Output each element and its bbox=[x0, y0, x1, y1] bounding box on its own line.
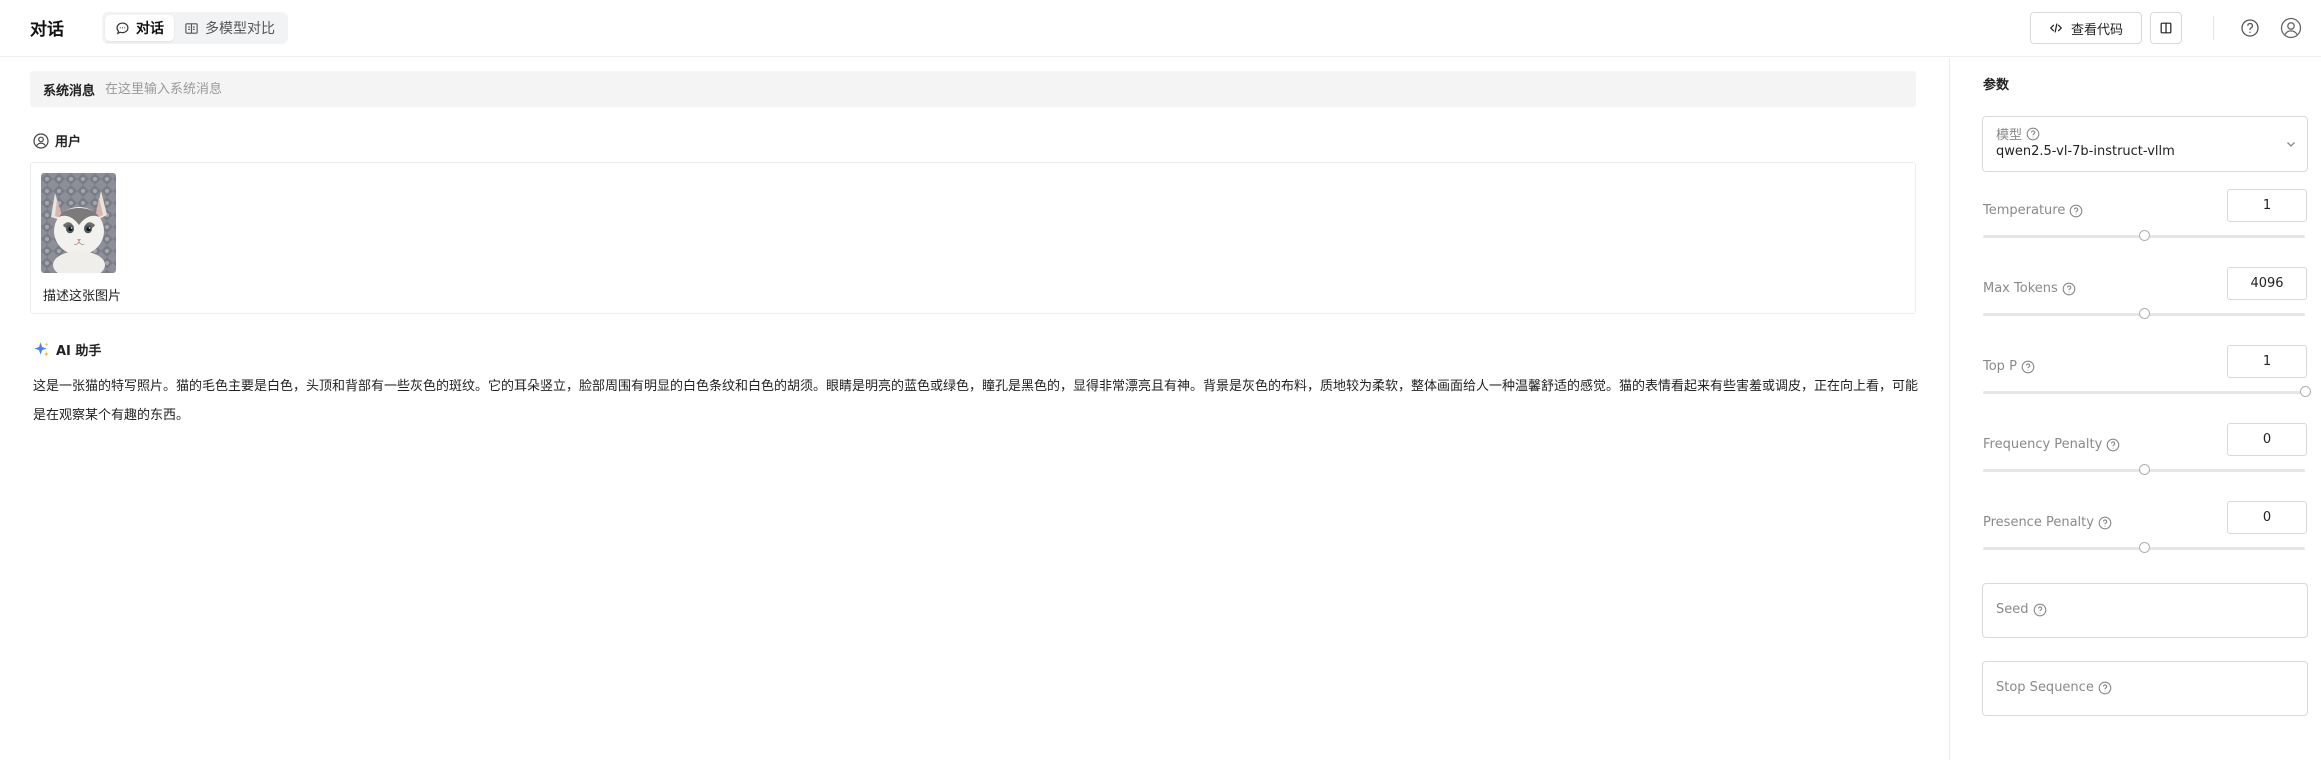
presence-penalty-slider-thumb[interactable] bbox=[2138, 542, 2150, 553]
param-label: Frequency Penalty bbox=[1983, 437, 2103, 452]
top-p-slider-thumb[interactable] bbox=[2299, 386, 2311, 397]
system-message-label: 系统消息 bbox=[43, 83, 96, 99]
max-tokens-input[interactable] bbox=[2227, 267, 2307, 300]
model-label-row: 模型 bbox=[1996, 124, 2040, 143]
assistant-role-header: AI 助手 bbox=[33, 340, 101, 359]
param-label-row: Temperature bbox=[1983, 203, 2083, 218]
tab-multi-model-compare[interactable]: 多模型对比 bbox=[174, 15, 285, 41]
conversation-area: 系统消息 用户 bbox=[0, 58, 1948, 760]
user-message: 描述这张图片 bbox=[30, 162, 1916, 314]
avatar-icon bbox=[2280, 17, 2302, 39]
split-layout-icon bbox=[2160, 22, 2172, 34]
question-icon bbox=[2021, 360, 2035, 373]
parameters-panel: 参数 模型 qwen2.5-vl-7b-instruct-vllm Temper… bbox=[1949, 58, 2321, 760]
mode-tabs: 对话 多模型对比 bbox=[102, 12, 288, 44]
page-title: 对话 bbox=[30, 20, 64, 40]
code-icon bbox=[2049, 23, 2063, 33]
frequency-penalty-slider-thumb[interactable] bbox=[2138, 464, 2150, 475]
view-code-button[interactable]: 查看代码 bbox=[2030, 12, 2142, 44]
seed-label: Seed bbox=[1996, 602, 2029, 617]
question-icon bbox=[2106, 438, 2120, 451]
view-code-label: 查看代码 bbox=[2070, 22, 2123, 38]
stop-sequence-label: Stop Sequence bbox=[1996, 680, 2094, 695]
user-role-label: 用户 bbox=[55, 135, 82, 150]
question-icon bbox=[2026, 127, 2040, 140]
param-label: Max Tokens bbox=[1983, 281, 2058, 296]
param-label-row: Presence Penalty bbox=[1983, 515, 2112, 530]
compare-icon bbox=[185, 22, 198, 34]
assistant-message-text: 这是一张猫的特写照片。猫的毛色主要是白色，头顶和背部有一些灰色的斑纹。它的耳朵竖… bbox=[33, 379, 1919, 423]
param-label-row: Max Tokens bbox=[1983, 281, 2076, 296]
temperature-input[interactable] bbox=[2227, 189, 2307, 222]
user-role-header: 用户 bbox=[33, 131, 81, 150]
question-icon bbox=[2098, 681, 2112, 694]
chevron-down-icon bbox=[2287, 142, 2295, 147]
tab-compare-label: 多模型对比 bbox=[205, 21, 275, 37]
stop-sequence-field[interactable]: Stop Sequence bbox=[1982, 661, 2308, 716]
seed-label-row: Seed bbox=[1996, 602, 2047, 617]
header-divider bbox=[2213, 16, 2214, 40]
param-label: Presence Penalty bbox=[1983, 515, 2094, 530]
system-message-input[interactable] bbox=[105, 81, 1806, 97]
question-icon bbox=[2033, 603, 2046, 616]
frequency-penalty-input[interactable] bbox=[2227, 423, 2307, 456]
top-p-input[interactable] bbox=[2227, 345, 2307, 378]
stop-sequence-label-row: Stop Sequence bbox=[1996, 680, 2112, 695]
cat-photo[interactable] bbox=[41, 173, 116, 273]
param-max-tokens: Max Tokens bbox=[1983, 267, 2309, 327]
help-icon bbox=[2241, 19, 2259, 37]
model-select[interactable]: 模型 qwen2.5-vl-7b-instruct-vllm bbox=[1982, 116, 2308, 172]
param-label-row: Frequency Penalty bbox=[1983, 437, 2120, 452]
user-message-text: 描述这张图片 bbox=[43, 289, 122, 304]
param-label: Temperature bbox=[1983, 203, 2066, 218]
tab-chat[interactable]: 对话 bbox=[105, 15, 174, 41]
top-bar: 对话 对话 多模型对比 查看代码 bbox=[0, 0, 2321, 57]
param-label: Top P bbox=[1983, 359, 2017, 374]
param-top-p: Top P bbox=[1983, 345, 2311, 405]
top-p-slider-track[interactable] bbox=[1983, 391, 2305, 394]
param-frequency-penalty: Frequency Penalty bbox=[1983, 423, 2309, 483]
user-avatar-button[interactable] bbox=[2278, 15, 2304, 41]
model-value: qwen2.5-vl-7b-instruct-vllm bbox=[1996, 144, 2175, 159]
toggle-panel-button[interactable] bbox=[2150, 12, 2182, 44]
question-icon bbox=[2098, 516, 2112, 529]
presence-penalty-input[interactable] bbox=[2227, 501, 2307, 534]
seed-field[interactable]: Seed bbox=[1982, 583, 2308, 638]
param-presence-penalty: Presence Penalty bbox=[1983, 501, 2309, 561]
max-tokens-slider-thumb[interactable] bbox=[2138, 308, 2150, 319]
user-icon bbox=[33, 132, 49, 149]
system-message-box: 系统消息 bbox=[30, 71, 1916, 107]
sparkle-icon bbox=[34, 342, 49, 357]
assistant-role-label: AI 助手 bbox=[56, 344, 102, 359]
param-temperature: Temperature bbox=[1983, 189, 2309, 249]
parameters-title: 参数 bbox=[1983, 78, 2010, 93]
tab-chat-label: 对话 bbox=[136, 21, 164, 37]
chat-bubble-icon bbox=[116, 21, 129, 35]
param-label-row: Top P bbox=[1983, 359, 2035, 374]
temperature-slider-thumb[interactable] bbox=[2138, 230, 2150, 241]
question-icon bbox=[2070, 204, 2083, 217]
help-button[interactable] bbox=[2238, 16, 2262, 40]
model-label: 模型 bbox=[1996, 128, 2023, 143]
question-icon bbox=[2062, 282, 2076, 295]
